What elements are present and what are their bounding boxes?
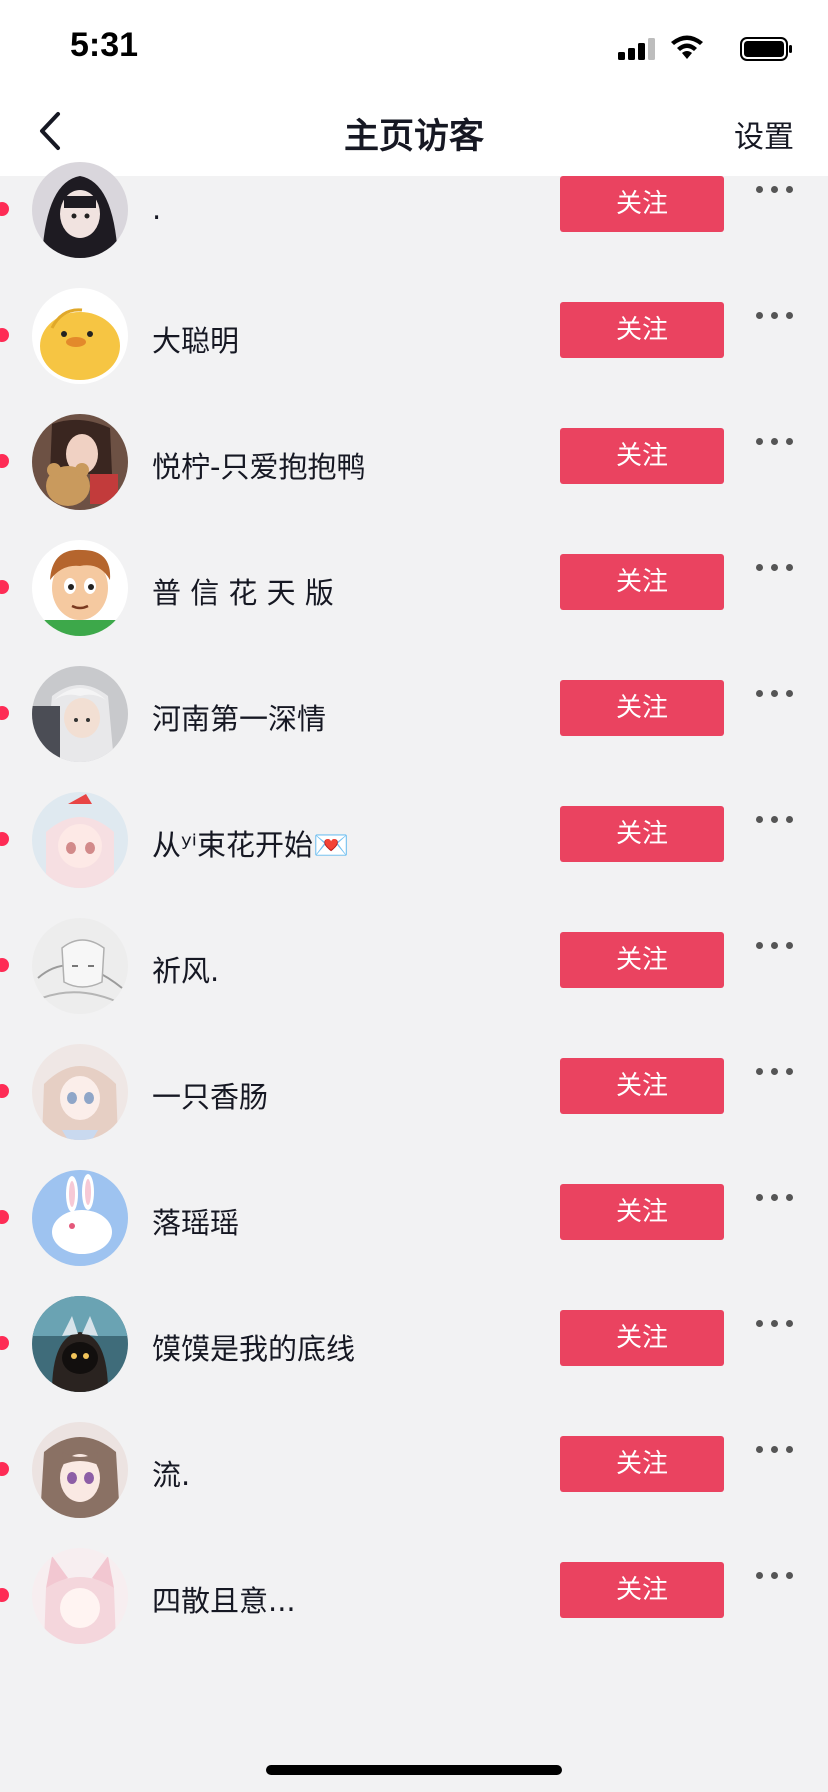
visitor-name[interactable]: 落瑶瑶 — [152, 1200, 239, 1242]
nav-bar: 主页访客 设置 — [0, 88, 828, 176]
follow-button[interactable]: 关注 — [560, 176, 724, 232]
follow-button[interactable]: 关注 — [560, 932, 724, 988]
avatar[interactable] — [32, 1044, 128, 1140]
avatar[interactable] — [32, 162, 128, 258]
more-horizontal-icon[interactable] — [756, 304, 796, 328]
avatar-anime-girl-light — [32, 1044, 128, 1140]
follow-button[interactable]: 关注 — [560, 680, 724, 736]
visitor-name[interactable]: . — [152, 192, 161, 226]
visitor-row[interactable]: 流. 关注 — [0, 1422, 828, 1568]
follow-button[interactable]: 关注 — [560, 1562, 724, 1618]
follow-button[interactable]: 关注 — [560, 1184, 724, 1240]
more-horizontal-icon[interactable] — [756, 934, 796, 958]
visitor-name[interactable]: 普 信 花 天 版 — [152, 570, 334, 612]
battery-icon — [740, 37, 792, 61]
avatar[interactable] — [32, 1548, 128, 1644]
visitor-row[interactable]: 大聪明 关注 — [0, 288, 828, 434]
status-icons — [614, 34, 794, 62]
avatar[interactable] — [32, 1170, 128, 1266]
avatar[interactable] — [32, 540, 128, 636]
wifi-icon — [671, 35, 703, 59]
unread-dot — [0, 454, 9, 468]
visitors-page: 5:31 主页访客 设置 . 关注 大聪明 关注 悦柠-只爱抱抱鸭 关注 普 信… — [0, 0, 828, 1792]
more-horizontal-icon[interactable] — [756, 682, 796, 706]
home-indicator[interactable] — [266, 1765, 562, 1775]
visitor-row[interactable]: 从ʸⁱ束花开始💌 关注 — [0, 792, 828, 938]
more-horizontal-icon[interactable] — [756, 430, 796, 454]
follow-button[interactable]: 关注 — [560, 302, 724, 358]
more-horizontal-icon[interactable] — [756, 808, 796, 832]
unread-dot — [0, 1210, 9, 1224]
follow-button[interactable]: 关注 — [560, 428, 724, 484]
avatar-anime-girl-pink — [32, 792, 128, 888]
signal-icon — [618, 38, 655, 60]
visitor-name[interactable]: 大聪明 — [152, 318, 239, 360]
avatar[interactable] — [32, 414, 128, 510]
visitor-name[interactable]: 馍馍是我的底线 — [152, 1326, 355, 1368]
more-horizontal-icon[interactable] — [756, 1186, 796, 1210]
visitor-name[interactable]: 悦柠-只爱抱抱鸭 — [152, 444, 365, 486]
page-title: 主页访客 — [343, 117, 484, 157]
status-bar: 5:31 — [0, 0, 828, 88]
visitor-row[interactable]: 悦柠-只爱抱抱鸭 关注 — [0, 414, 828, 560]
visitor-name[interactable]: 一只香肠 — [152, 1074, 268, 1116]
more-horizontal-icon[interactable] — [756, 1564, 796, 1588]
follow-button[interactable]: 关注 — [560, 554, 724, 610]
avatar[interactable] — [32, 792, 128, 888]
visitor-row[interactable]: . 关注 — [0, 162, 828, 308]
unread-dot — [0, 1084, 9, 1098]
avatar[interactable] — [32, 918, 128, 1014]
more-horizontal-icon[interactable] — [756, 556, 796, 580]
unread-dot — [0, 580, 9, 594]
unread-dot — [0, 202, 9, 216]
visitor-name[interactable]: 四散且意... — [152, 1578, 296, 1620]
unread-dot — [0, 1588, 9, 1602]
status-time: 5:31 — [70, 26, 139, 64]
avatar-anime-boy — [32, 666, 128, 762]
unread-dot — [0, 832, 9, 846]
avatar-anime-girl-brown — [32, 1422, 128, 1518]
follow-button[interactable]: 关注 — [560, 1436, 724, 1492]
avatar[interactable] — [32, 666, 128, 762]
visitor-row[interactable]: 馍馍是我的底线 关注 — [0, 1296, 828, 1442]
avatar-gothic-girl — [32, 162, 128, 258]
avatar-girl-with-teddy-bear — [32, 414, 128, 510]
avatar-white-rabbit — [32, 1170, 128, 1266]
follow-button[interactable]: 关注 — [560, 1058, 724, 1114]
avatar[interactable] — [32, 1422, 128, 1518]
visitor-name[interactable]: 河南第一深情 — [152, 696, 326, 738]
unread-dot — [0, 328, 9, 342]
follow-button[interactable]: 关注 — [560, 806, 724, 862]
visitor-name[interactable]: 从ʸⁱ束花开始💌 — [152, 822, 349, 864]
visitor-row[interactable]: 河南第一深情 关注 — [0, 666, 828, 812]
more-horizontal-icon[interactable] — [756, 178, 796, 202]
visitor-row[interactable]: 一只香肠 关注 — [0, 1044, 828, 1190]
visitor-name[interactable]: 流. — [152, 1452, 190, 1494]
avatar[interactable] — [32, 288, 128, 384]
visitor-name[interactable]: 祈风. — [152, 948, 219, 990]
more-horizontal-icon[interactable] — [756, 1060, 796, 1084]
avatar-anime-catgirl — [32, 1548, 128, 1644]
more-horizontal-icon[interactable] — [756, 1438, 796, 1462]
avatar[interactable] — [32, 1296, 128, 1392]
visitor-row[interactable]: 四散且意... 关注 — [0, 1548, 828, 1694]
unread-dot — [0, 1336, 9, 1350]
avatar-cartoon-boy — [32, 540, 128, 636]
settings-button[interactable]: 设置 — [734, 112, 794, 156]
visitor-row[interactable]: 落瑶瑶 关注 — [0, 1170, 828, 1316]
unread-dot — [0, 1462, 9, 1476]
avatar-sketch-anime — [32, 918, 128, 1014]
visitor-row[interactable]: 普 信 花 天 版 关注 — [0, 540, 828, 686]
unread-dot — [0, 706, 9, 720]
avatar-yellow-chick — [32, 288, 128, 384]
visitor-row[interactable]: 祈风. 关注 — [0, 918, 828, 1064]
unread-dot — [0, 958, 9, 972]
avatar-hooded-figure — [32, 1296, 128, 1392]
more-horizontal-icon[interactable] — [756, 1312, 796, 1336]
follow-button[interactable]: 关注 — [560, 1310, 724, 1366]
